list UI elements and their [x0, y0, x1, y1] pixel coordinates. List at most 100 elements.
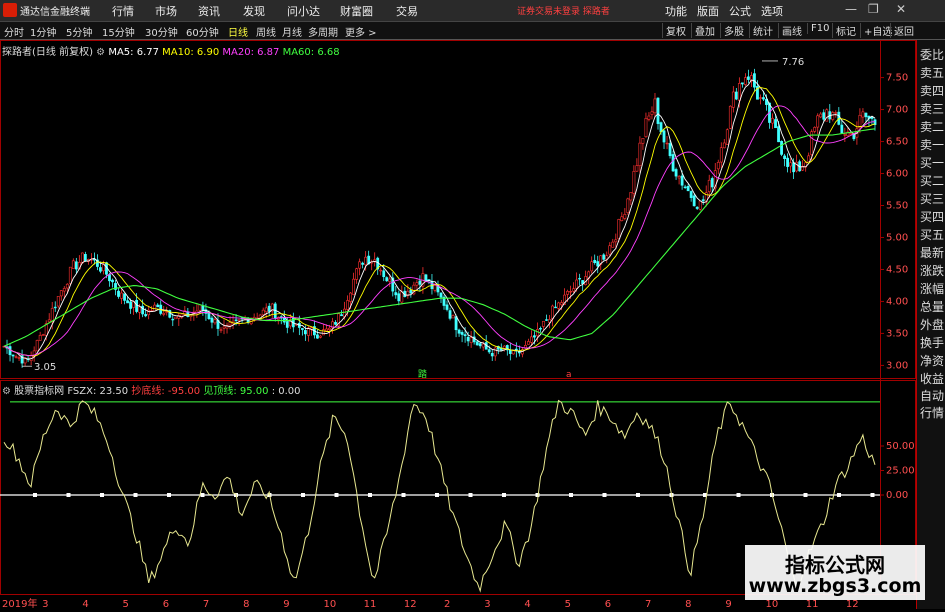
candle-body [264, 307, 268, 313]
restore-icon[interactable]: ❐ [868, 2, 879, 16]
mark-button[interactable]: 标记 [832, 23, 859, 38]
stats-button[interactable]: 统计 [749, 23, 776, 38]
minimize-icon[interactable]: — [845, 2, 857, 16]
candle-body [325, 328, 328, 332]
ind-y-tick-label: 50.00 [886, 441, 915, 452]
candle-body [707, 179, 711, 192]
menu-trade[interactable]: 交易 [396, 3, 418, 19]
panel-item[interactable]: 买三 [919, 190, 945, 207]
menu-quotes[interactable]: 行情 [112, 3, 134, 19]
x-tick-label: 4 [82, 599, 88, 609]
panel-item[interactable]: 卖四 [919, 82, 945, 99]
tab-weekly[interactable]: 周线 [256, 24, 276, 39]
candle-body [400, 291, 404, 303]
zero-dot [401, 493, 406, 497]
panel-item[interactable]: 涨幅 [919, 280, 945, 297]
menu-function[interactable]: 功能 [665, 3, 687, 19]
tab-multi-period[interactable]: 多周期 [308, 24, 338, 39]
panel-item[interactable]: 行情 [919, 404, 945, 421]
panel-item[interactable]: 外盘 [919, 316, 945, 333]
settings-icon[interactable]: ⚙ [96, 47, 105, 58]
draw-button[interactable]: 画线 [778, 23, 805, 38]
panel-item[interactable]: 卖三 [919, 100, 945, 117]
panel-item[interactable]: 总量 [919, 298, 945, 315]
y-tick-label: 7.50 [886, 73, 908, 84]
panel-item[interactable]: 卖一 [919, 136, 945, 153]
overlay-button[interactable]: 叠加 [691, 23, 718, 38]
candle-body [539, 328, 542, 330]
panel-item[interactable]: 买四 [919, 208, 945, 225]
panel-item[interactable]: 买一 [919, 154, 945, 171]
candle-body [261, 309, 265, 315]
menu-wealth[interactable]: 财富圈 [340, 3, 373, 19]
candle-body [677, 176, 681, 179]
chart-area[interactable]: 7.50 7.00 6.50 6.00 5.50 5.00 4.50 4.00 3.50 3.00… [0, 40, 916, 610]
tab-5min[interactable]: 5分钟 [66, 24, 92, 39]
ma10-label: MA10: 6.90 [162, 47, 220, 58]
panel-item[interactable]: 自动 [919, 387, 945, 404]
panel-item[interactable]: 净资 [919, 352, 945, 369]
panel-item[interactable]: 买五 [919, 226, 945, 243]
panel-item[interactable]: 卖五 [919, 64, 945, 81]
candle-body [530, 336, 533, 343]
x-tick-label: 6 [163, 599, 169, 609]
zero-dot [133, 493, 138, 497]
tab-daily[interactable]: 日线 [228, 24, 248, 39]
candle-body [303, 330, 307, 335]
f10-button[interactable]: F10 [807, 23, 832, 34]
tab-timeshare[interactable]: 分时 [4, 24, 24, 39]
menu-news[interactable]: 资讯 [198, 3, 220, 19]
candle-body [680, 175, 684, 186]
candle-body [126, 300, 129, 304]
menu-ask[interactable]: 问小达 [287, 3, 320, 19]
menu-options[interactable]: 选项 [761, 3, 783, 19]
candle-body [849, 133, 853, 135]
candle-body [840, 124, 844, 134]
candle-body [56, 296, 60, 307]
settings-icon[interactable]: ⚙ [2, 386, 11, 397]
tab-15min[interactable]: 15分钟 [102, 24, 135, 39]
candle-body [120, 292, 123, 299]
candle-body [433, 284, 437, 291]
panel-item[interactable]: 涨跌 [919, 262, 945, 279]
y-tick-label: 4.00 [886, 296, 908, 307]
panel-item[interactable]: 换手 [919, 334, 945, 351]
tab-more[interactable]: 更多 > [345, 24, 377, 39]
multi-stock-button[interactable]: 多股 [720, 23, 747, 38]
x-tick-label: 9 [283, 599, 289, 609]
candle-body [614, 239, 618, 243]
panel-item[interactable]: 最新 [919, 244, 945, 261]
menu-layout[interactable]: 版面 [697, 3, 719, 19]
menu-formula[interactable]: 公式 [729, 3, 751, 19]
chart-svg[interactable]: 7.50 7.00 6.50 6.00 5.50 5.00 4.50 4.00 3.50 3.00… [0, 40, 916, 610]
candle-body [382, 270, 386, 278]
candle-body [129, 301, 132, 309]
candle-body [490, 352, 494, 357]
tab-1min[interactable]: 1分钟 [30, 24, 56, 39]
menu-discover[interactable]: 发现 [243, 3, 265, 19]
y-tick-label: 7.00 [886, 105, 908, 116]
menu-market[interactable]: 市场 [155, 3, 177, 19]
panel-item[interactable]: 买二 [919, 172, 945, 189]
panel-item[interactable]: 委比 [919, 46, 945, 63]
x-tick-label: 9 [725, 599, 731, 609]
tab-30min[interactable]: 30分钟 [145, 24, 178, 39]
candle-body [789, 162, 793, 167]
adjust-button[interactable]: 复权 [662, 23, 689, 38]
tab-60min[interactable]: 60分钟 [186, 24, 219, 39]
tab-monthly[interactable]: 月线 [282, 24, 302, 39]
candle-body [285, 321, 289, 328]
candle-body [861, 111, 865, 118]
candle-body [41, 334, 45, 336]
candle-body [710, 178, 714, 188]
x-tick-label: 4 [524, 599, 530, 609]
panel-item[interactable]: 收益 [919, 370, 945, 387]
zero-dot [66, 493, 71, 497]
candle-body [397, 293, 401, 302]
back-button[interactable]: 返回 [890, 23, 917, 38]
candle-body [328, 327, 331, 330]
login-warning[interactable]: 证券交易未登录 探路者 [517, 4, 610, 17]
panel-item[interactable]: 卖二 [919, 118, 945, 135]
candle-body [731, 91, 735, 108]
close-icon[interactable]: ✕ [896, 2, 906, 16]
